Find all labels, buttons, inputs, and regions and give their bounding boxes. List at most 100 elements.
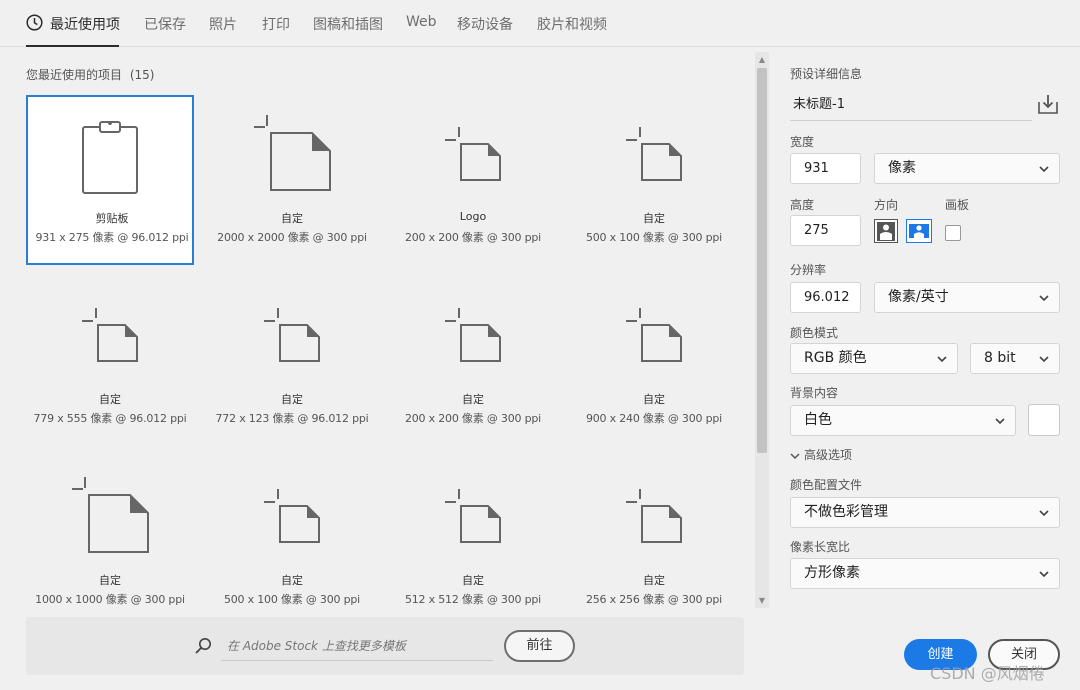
preset-tile-title: 自定 — [99, 393, 121, 406]
resolution-unit-select[interactable]: 像素/英寸 — [874, 282, 1060, 313]
preset-tile-title: 自定 — [281, 393, 303, 406]
bit-depth-value: 8 bit — [984, 350, 1016, 366]
preset-tile[interactable]: 自定 1000 x 1000 像素 @ 300 ppi — [26, 457, 194, 607]
watermark: CSDN @风烟倦 — [930, 664, 1045, 683]
preset-tile[interactable]: 自定 256 x 256 像素 @ 300 ppi — [570, 457, 738, 607]
stock-search-input[interactable] — [221, 631, 493, 661]
document-size-icon — [264, 308, 320, 362]
landscape-orientation-icon[interactable] — [906, 219, 932, 243]
background-color-swatch[interactable] — [1028, 404, 1060, 436]
pixel-aspect-label: 像素长宽比 — [790, 540, 851, 554]
vertical-scrollbar[interactable]: ▲ ▼ — [755, 52, 769, 608]
tab-film-video[interactable]: 胶片和视频 — [537, 14, 607, 34]
preset-tile[interactable]: 自定 500 x 100 像素 @ 300 ppi — [570, 95, 738, 265]
recent-items-grid: 剪贴板 931 x 275 像素 @ 96.012 ppi 自定 2000 x 200… — [26, 95, 754, 607]
document-size-icon — [264, 489, 320, 543]
document-name-field[interactable]: 未标题-1 — [790, 93, 1032, 121]
tab-saved[interactable]: 已保存 — [144, 14, 186, 34]
search-icon — [195, 638, 211, 654]
preset-tile-size: 772 x 123 像素 @ 96.012 ppi — [215, 412, 369, 425]
tab-art-illustration[interactable]: 图稿和插图 — [313, 14, 383, 34]
preset-tile-title: 自定 — [99, 574, 121, 587]
document-size-icon — [626, 127, 682, 181]
preset-tile[interactable]: 自定 500 x 100 像素 @ 300 ppi — [208, 457, 376, 607]
chevron-down-icon — [937, 356, 947, 363]
artboard-checkbox[interactable] — [945, 225, 961, 241]
preset-tile-size: 900 x 240 像素 @ 300 ppi — [585, 412, 723, 425]
preset-tile[interactable]: 自定 772 x 123 像素 @ 96.012 ppi — [208, 276, 376, 446]
stock-go-button[interactable]: 前往 — [504, 630, 575, 662]
document-size-icon — [82, 308, 138, 362]
save-preset-icon[interactable] — [1037, 93, 1059, 115]
preset-tile-size: 931 x 275 像素 @ 96.012 ppi — [35, 231, 189, 244]
tab-recent[interactable]: 最近使用项 — [50, 14, 120, 34]
background-select[interactable]: 白色 — [790, 405, 1016, 436]
advanced-options-label: 高级选项 — [804, 448, 853, 462]
pixel-aspect-select[interactable]: 方形像素 — [790, 558, 1060, 589]
document-size-icon — [72, 477, 149, 553]
preset-tile-title: 自定 — [643, 574, 665, 587]
color-profile-select[interactable]: 不做色彩管理 — [790, 497, 1060, 528]
preset-tile-title: 自定 — [281, 574, 303, 587]
chevron-down-icon — [1039, 510, 1049, 517]
scroll-up-arrow-icon[interactable]: ▲ — [758, 56, 766, 64]
resolution-input[interactable]: 96.012 — [790, 282, 861, 313]
color-mode-label: 颜色模式 — [790, 326, 839, 340]
preset-tile-title: Logo — [459, 210, 487, 223]
recent-count: (15) — [129, 68, 155, 82]
chevron-down-icon — [1039, 356, 1049, 363]
document-size-icon — [445, 127, 501, 181]
chevron-down-icon — [790, 452, 800, 459]
preset-tile[interactable]: 自定 200 x 200 像素 @ 300 ppi — [389, 276, 557, 446]
stock-search-bar: 前往 — [26, 617, 744, 675]
recent-title: 您最近使用的项目 — [26, 68, 123, 82]
preset-tile-title: 自定 — [462, 574, 484, 587]
bit-depth-select[interactable]: 8 bit — [970, 343, 1060, 374]
resolution-unit-value: 像素/英寸 — [888, 289, 949, 305]
width-label: 宽度 — [790, 135, 815, 149]
clipboard-icon — [82, 121, 138, 194]
preset-tile-title: 自定 — [643, 393, 665, 406]
preset-tile-size: 500 x 100 像素 @ 300 ppi — [223, 593, 361, 606]
advanced-options-toggle[interactable]: 高级选项 — [790, 446, 852, 463]
preset-tile-size: 1000 x 1000 像素 @ 300 ppi — [35, 593, 185, 606]
height-label: 高度 — [790, 198, 815, 212]
color-profile-value: 不做色彩管理 — [804, 504, 888, 520]
width-input[interactable]: 931 — [790, 153, 861, 184]
preset-tile[interactable]: Logo 200 x 200 像素 @ 300 ppi — [389, 95, 557, 265]
preset-tile[interactable]: 自定 900 x 240 像素 @ 300 ppi — [570, 276, 738, 446]
preset-tile[interactable]: 剪贴板 931 x 275 像素 @ 96.012 ppi — [26, 95, 194, 265]
chevron-down-icon — [1039, 166, 1049, 173]
preset-tile[interactable]: 自定 779 x 555 像素 @ 96.012 ppi — [26, 276, 194, 446]
preset-tile-title: 自定 — [643, 212, 665, 225]
preset-tile-size: 2000 x 2000 像素 @ 300 ppi — [217, 231, 367, 244]
color-mode-value: RGB 颜色 — [804, 350, 867, 366]
background-label: 背景内容 — [790, 386, 839, 400]
background-value: 白色 — [804, 412, 832, 428]
width-unit-select[interactable]: 像素 — [874, 153, 1060, 184]
scroll-down-arrow-icon[interactable]: ▼ — [758, 597, 766, 605]
tab-print[interactable]: 打印 — [262, 14, 290, 34]
tab-bar: 最近使用项 已保存 照片 打印 图稿和插图 Web 移动设备 胶片和视频 — [0, 0, 1080, 47]
tab-web[interactable]: Web — [406, 14, 437, 30]
portrait-orientation-icon[interactable] — [874, 219, 898, 243]
document-size-icon — [254, 115, 331, 191]
scrollbar-thumb[interactable] — [757, 68, 767, 453]
preset-tile-size: 500 x 100 像素 @ 300 ppi — [585, 231, 723, 244]
chevron-down-icon — [1039, 571, 1049, 578]
color-mode-select[interactable]: RGB 颜色 — [790, 343, 958, 374]
height-input[interactable]: 275 — [790, 215, 861, 246]
tab-photo[interactable]: 照片 — [209, 14, 237, 34]
preset-tile[interactable]: 自定 512 x 512 像素 @ 300 ppi — [389, 457, 557, 607]
preset-tile-size: 256 x 256 像素 @ 300 ppi — [585, 593, 723, 606]
preset-tile[interactable]: 自定 2000 x 2000 像素 @ 300 ppi — [208, 95, 376, 265]
tab-mobile[interactable]: 移动设备 — [457, 14, 513, 34]
preset-tile-size: 779 x 555 像素 @ 96.012 ppi — [33, 412, 187, 425]
preset-tile-title: 自定 — [281, 212, 303, 225]
preset-tile-size: 200 x 200 像素 @ 300 ppi — [404, 412, 542, 425]
chevron-down-icon — [995, 418, 1005, 425]
artboard-label: 画板 — [945, 198, 970, 212]
document-size-icon — [445, 308, 501, 362]
preset-tile-size: 512 x 512 像素 @ 300 ppi — [404, 593, 542, 606]
clock-icon — [26, 14, 43, 31]
